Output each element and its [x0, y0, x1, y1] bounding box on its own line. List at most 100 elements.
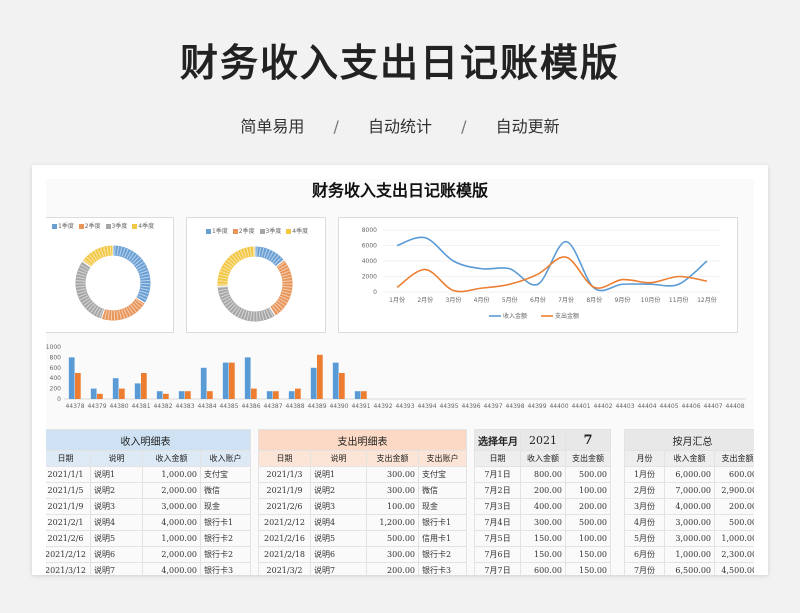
table-cell[interactable]: 7月7日: [474, 562, 521, 575]
table-cell[interactable]: 说明1: [90, 466, 143, 483]
table-cell[interactable]: 300.00: [520, 514, 566, 531]
table-cell[interactable]: 1,000.00: [142, 530, 201, 547]
table-cell[interactable]: 2021/1/3: [258, 466, 311, 483]
table-cell[interactable]: 2,900.00: [713, 482, 754, 499]
income-quarter-donut-panel[interactable]: 1季度 2季度 3季度 4季度: [46, 217, 174, 333]
table-cell[interactable]: 7月5日: [474, 530, 521, 547]
table-cell[interactable]: 1,000.00: [713, 530, 754, 547]
table-cell[interactable]: 200.00: [565, 498, 611, 515]
table-cell[interactable]: 说明4: [310, 514, 367, 531]
table-cell[interactable]: 3月份: [624, 498, 665, 515]
table-cell[interactable]: 4,500.00: [713, 562, 754, 575]
table-cell[interactable]: 现金: [200, 498, 251, 515]
table-cell[interactable]: 2021/3/2: [258, 562, 311, 575]
table-cell[interactable]: 800.00: [520, 466, 566, 483]
table-cell[interactable]: 银行卡1: [418, 514, 467, 531]
table-cell[interactable]: 6,000.00: [664, 466, 715, 483]
table-cell[interactable]: 7月2日: [474, 482, 521, 499]
table-cell[interactable]: 2021/3/12: [46, 562, 91, 575]
table-cell[interactable]: 300.00: [366, 466, 419, 483]
table-cell[interactable]: 说明6: [90, 546, 143, 563]
table-cell[interactable]: 100.00: [366, 498, 419, 515]
table-cell[interactable]: 2021/2/6: [258, 498, 311, 515]
table-cell[interactable]: 2021/2/1: [46, 514, 91, 531]
table-cell[interactable]: 7月1日: [474, 466, 521, 483]
table-cell[interactable]: 4,000.00: [142, 562, 201, 575]
table-cell[interactable]: 说明6: [310, 546, 367, 563]
table-cell[interactable]: 500.00: [366, 530, 419, 547]
table-cell[interactable]: 说明5: [310, 530, 367, 547]
table-cell[interactable]: 6月份: [624, 546, 665, 563]
table-cell[interactable]: 银行卡3: [200, 562, 251, 575]
table-cell[interactable]: 银行卡2: [200, 530, 251, 547]
table-cell[interactable]: 200.00: [713, 498, 754, 515]
table-cell[interactable]: 1,000.00: [664, 546, 715, 563]
table-cell[interactable]: 支付宝: [200, 466, 251, 483]
table-cell[interactable]: 500.00: [565, 466, 611, 483]
table-cell[interactable]: 2021/2/12: [46, 546, 91, 563]
daily-bar-chart[interactable]: 0200400600800100044378 44379 44380 44381 443…: [46, 337, 754, 417]
table-cell[interactable]: 说明2: [310, 482, 367, 499]
month-input[interactable]: 7: [565, 429, 611, 451]
table-cell[interactable]: 3,000.00: [142, 498, 201, 515]
table-cell[interactable]: 1,200.00: [366, 514, 419, 531]
table-cell[interactable]: 银行卡1: [200, 514, 251, 531]
table-cell[interactable]: 1月份: [624, 466, 665, 483]
table-cell[interactable]: 说明7: [310, 562, 367, 575]
table-cell[interactable]: 说明5: [90, 530, 143, 547]
table-cell[interactable]: 600.00: [520, 562, 566, 575]
year-input[interactable]: 2021: [520, 429, 566, 451]
table-cell[interactable]: 2021/1/9: [46, 498, 91, 515]
table-cell[interactable]: 1,000.00: [142, 466, 201, 483]
table-cell[interactable]: 5月份: [624, 530, 665, 547]
table-cell[interactable]: 6,500.00: [664, 562, 715, 575]
table-cell[interactable]: 2021/2/16: [258, 530, 311, 547]
table-cell[interactable]: 4月份: [624, 514, 665, 531]
table-cell[interactable]: 150.00: [520, 546, 566, 563]
table-cell[interactable]: 7,000.00: [664, 482, 715, 499]
table-cell[interactable]: 2月份: [624, 482, 665, 499]
table-cell[interactable]: 3,000.00: [664, 530, 715, 547]
table-cell[interactable]: 银行卡2: [200, 546, 251, 563]
table-cell[interactable]: 2021/1/5: [46, 482, 91, 499]
table-cell[interactable]: 300.00: [366, 546, 419, 563]
table-cell[interactable]: 600.00: [713, 466, 754, 483]
table-cell[interactable]: 信用卡1: [418, 530, 467, 547]
table-cell[interactable]: 7月6日: [474, 546, 521, 563]
table-cell[interactable]: 7月3日: [474, 498, 521, 515]
table-cell[interactable]: 说明4: [90, 514, 143, 531]
monthly-line-chart-panel[interactable]: 0 2000 4000 6000 8000 1月份 2月份 3月份 4月份 5月份 6月份 7月份 8月…: [338, 217, 738, 333]
table-cell[interactable]: 7月份: [624, 562, 665, 575]
table-cell[interactable]: 说明3: [310, 498, 367, 515]
table-cell[interactable]: 150.00: [520, 530, 566, 547]
table-cell[interactable]: 说明2: [90, 482, 143, 499]
table-cell[interactable]: 说明3: [90, 498, 143, 515]
table-cell[interactable]: 说明1: [310, 466, 367, 483]
table-cell[interactable]: 150.00: [565, 546, 611, 563]
table-cell[interactable]: 2,000.00: [142, 546, 201, 563]
table-cell[interactable]: 400.00: [520, 498, 566, 515]
table-cell[interactable]: 2,300.00: [713, 546, 754, 563]
table-cell[interactable]: 300.00: [366, 482, 419, 499]
table-cell[interactable]: 微信: [418, 482, 467, 499]
table-cell[interactable]: 150.00: [565, 562, 611, 575]
table-cell[interactable]: 2021/2/18: [258, 546, 311, 563]
table-cell[interactable]: 说明7: [90, 562, 143, 575]
table-cell[interactable]: 2021/2/12: [258, 514, 311, 531]
table-cell[interactable]: 200.00: [520, 482, 566, 499]
table-cell[interactable]: 银行卡2: [418, 546, 467, 563]
table-cell[interactable]: 100.00: [565, 530, 611, 547]
table-cell[interactable]: 2021/1/9: [258, 482, 311, 499]
table-cell[interactable]: 2021/1/1: [46, 466, 91, 483]
table-cell[interactable]: 100.00: [565, 482, 611, 499]
table-cell[interactable]: 7月4日: [474, 514, 521, 531]
table-cell[interactable]: 500.00: [713, 514, 754, 531]
table-cell[interactable]: 500.00: [565, 514, 611, 531]
table-cell[interactable]: 支付宝: [418, 466, 467, 483]
table-cell[interactable]: 4,000.00: [142, 514, 201, 531]
table-cell[interactable]: 银行卡3: [418, 562, 467, 575]
table-cell[interactable]: 4,000.00: [664, 498, 715, 515]
table-cell[interactable]: 微信: [200, 482, 251, 499]
table-cell[interactable]: 现金: [418, 498, 467, 515]
table-cell[interactable]: 200.00: [366, 562, 419, 575]
